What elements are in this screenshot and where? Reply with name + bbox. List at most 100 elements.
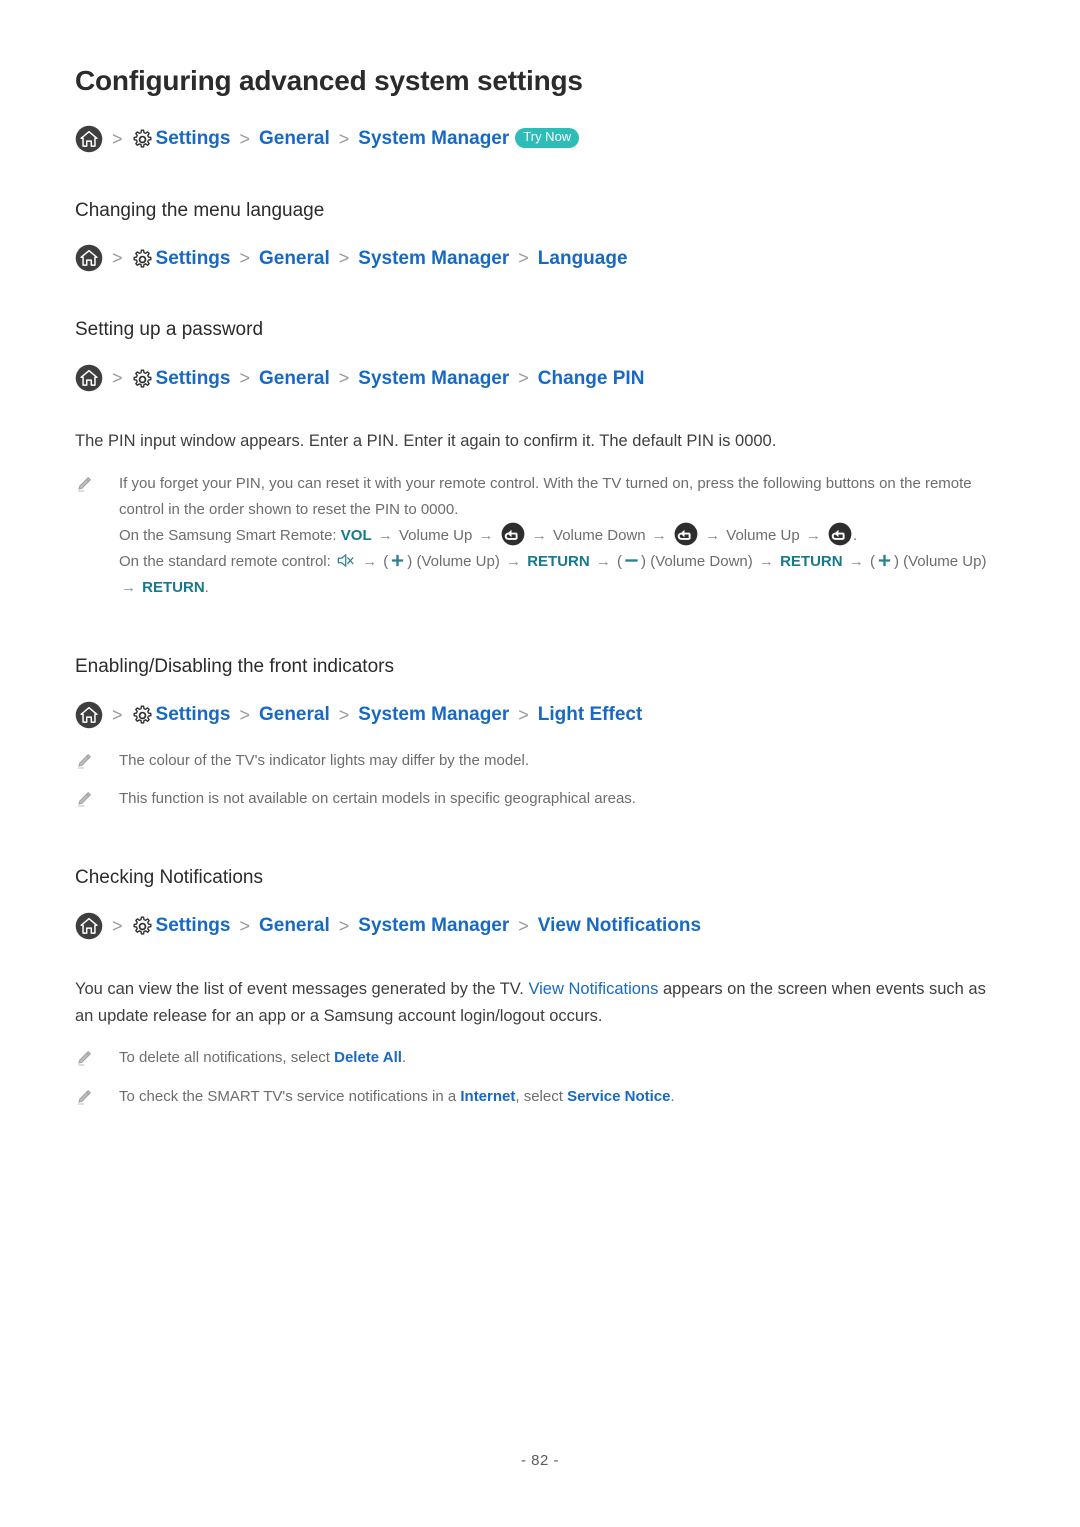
arrow-icon: →	[121, 579, 136, 596]
breadcrumb-separator: >	[112, 704, 123, 725]
breadcrumb-separator: >	[112, 915, 123, 936]
breadcrumb-separator: >	[518, 248, 529, 269]
volume-up-paren: (Volume Up)	[416, 553, 500, 571]
note-body: The colour of the TV's indicator lights …	[119, 751, 530, 769]
breadcrumb-separator: >	[239, 128, 250, 149]
breadcrumb-item-general[interactable]: General	[259, 916, 330, 935]
breadcrumb-system-manager[interactable]: > Settings > General > System Manager Tr…	[75, 125, 1005, 153]
arrow-icon: →	[531, 527, 547, 545]
note-body: This function is not available on certai…	[119, 790, 636, 808]
note-suffix: .	[401, 1049, 407, 1067]
breadcrumb-light-effect[interactable]: > Settings > General > System Manager > …	[75, 701, 1005, 729]
arrow-icon: →	[758, 553, 774, 571]
notifications-body-text: You can view the list of event messages …	[75, 976, 1005, 1029]
sentence-period: .	[853, 527, 858, 545]
home-icon[interactable]	[75, 244, 103, 272]
note-indicator-colour: The colour of the TV's indicator lights …	[75, 748, 1005, 774]
internet-link[interactable]: Internet	[460, 1088, 515, 1105]
arrow-icon: →	[377, 527, 393, 545]
note-delete-all: To delete all notifications, select Dele…	[75, 1045, 1005, 1071]
volume-up-label: Volume Up	[726, 527, 800, 545]
return-icon	[828, 522, 852, 546]
return-icon	[674, 522, 698, 546]
plus-icon	[389, 552, 406, 569]
home-icon[interactable]	[75, 364, 103, 392]
breadcrumb-separator: >	[239, 368, 250, 389]
view-notifications-link[interactable]: View Notifications	[528, 980, 658, 998]
breadcrumb-item-view-notifications[interactable]: View Notifications	[538, 916, 701, 935]
arrow-icon: →	[848, 553, 864, 571]
try-now-badge[interactable]: Try Now	[515, 127, 580, 148]
gear-icon[interactable]	[132, 249, 153, 270]
arrow-icon: →	[805, 527, 821, 545]
breadcrumb-item-light-effect[interactable]: Light Effect	[538, 705, 643, 724]
breadcrumb-item-language[interactable]: Language	[538, 249, 628, 268]
vol-label: VOL	[340, 527, 372, 545]
breadcrumb-item-general[interactable]: General	[259, 129, 330, 148]
volume-down-paren: (Volume Down)	[650, 553, 753, 571]
arrow-icon: →	[651, 527, 667, 545]
breadcrumb-separator: >	[239, 915, 250, 936]
note-suffix: .	[670, 1088, 675, 1106]
breadcrumb-change-pin[interactable]: > Settings > General > System Manager > …	[75, 364, 1005, 392]
home-icon[interactable]	[75, 912, 103, 940]
breadcrumb-separator: >	[239, 704, 250, 725]
sentence-period: .	[204, 579, 209, 596]
minus-group: ()	[617, 552, 647, 571]
note-service-notice: To check the SMART TV's service notifica…	[75, 1084, 1005, 1110]
breadcrumb-separator: >	[338, 248, 350, 269]
service-notice-link[interactable]: Service Notice	[567, 1088, 670, 1105]
breadcrumb-separator: >	[338, 915, 350, 936]
breadcrumb-separator: >	[518, 368, 529, 389]
volume-down-label: Volume Down	[553, 527, 646, 545]
note-body: To check the SMART TV's service notifica…	[119, 1084, 1005, 1110]
return-label: RETURN	[780, 553, 843, 571]
breadcrumb-item-system-manager[interactable]: System Manager	[358, 369, 509, 388]
section-heading-password: Setting up a password	[75, 319, 264, 341]
minus-icon	[623, 552, 640, 569]
breadcrumb-item-settings[interactable]: Settings	[156, 916, 231, 935]
breadcrumb-item-system-manager[interactable]: System Manager	[358, 129, 509, 148]
breadcrumb-item-general[interactable]: General	[259, 249, 330, 268]
section-heading-front-indicators: Enabling/Disabling the front indicators	[75, 655, 394, 677]
home-icon[interactable]	[75, 701, 103, 729]
volume-up-paren: (Volume Up)	[903, 553, 987, 571]
gear-icon[interactable]	[132, 916, 153, 937]
pencil-icon	[75, 790, 93, 808]
breadcrumb-item-change-pin[interactable]: Change PIN	[538, 369, 645, 388]
breadcrumb-item-system-manager[interactable]: System Manager	[358, 916, 509, 935]
breadcrumb-item-general[interactable]: General	[259, 369, 330, 388]
arrow-icon: →	[478, 527, 494, 545]
note-middle: , select	[515, 1088, 568, 1106]
home-icon[interactable]	[75, 125, 103, 153]
smart-remote-prefix: On the Samsung Smart Remote:	[119, 527, 337, 545]
breadcrumb-item-settings[interactable]: Settings	[156, 705, 231, 724]
note-prefix: To check the SMART TV's service notifica…	[119, 1088, 461, 1106]
note-body: If you forget your PIN, you can reset it…	[119, 471, 1005, 601]
breadcrumb-separator: >	[112, 128, 123, 149]
gear-icon[interactable]	[132, 369, 153, 390]
gear-icon[interactable]	[132, 129, 153, 150]
breadcrumb-separator: >	[338, 128, 350, 149]
breadcrumb-item-general[interactable]: General	[259, 705, 330, 724]
mute-icon	[336, 551, 355, 570]
section-heading-menu-language: Changing the menu language	[75, 199, 325, 221]
breadcrumb-view-notifications[interactable]: > Settings > General > System Manager > …	[75, 912, 1005, 940]
note-body: To delete all notifications, select Dele…	[119, 1045, 1005, 1071]
gear-icon[interactable]	[132, 705, 153, 726]
breadcrumb-item-settings[interactable]: Settings	[156, 369, 231, 388]
page-number: - 82 -	[520, 1452, 559, 1469]
plus-icon	[876, 552, 893, 569]
delete-all-link[interactable]: Delete All	[334, 1049, 402, 1066]
document-page: Configuring advanced system settings > S…	[0, 0, 1080, 1527]
pencil-icon	[75, 1088, 93, 1106]
breadcrumb-item-settings[interactable]: Settings	[156, 249, 231, 268]
breadcrumb-language[interactable]: > Settings > General > System Manager > …	[75, 244, 1005, 272]
breadcrumb-item-system-manager[interactable]: System Manager	[358, 249, 509, 268]
pencil-icon	[75, 1049, 93, 1067]
breadcrumb-separator: >	[518, 704, 529, 725]
breadcrumb-item-settings[interactable]: Settings	[156, 129, 231, 148]
standard-remote-sequence: On the standard remote control: → () (Vo…	[119, 553, 986, 596]
breadcrumb-separator: >	[518, 915, 529, 936]
breadcrumb-item-system-manager[interactable]: System Manager	[358, 705, 509, 724]
